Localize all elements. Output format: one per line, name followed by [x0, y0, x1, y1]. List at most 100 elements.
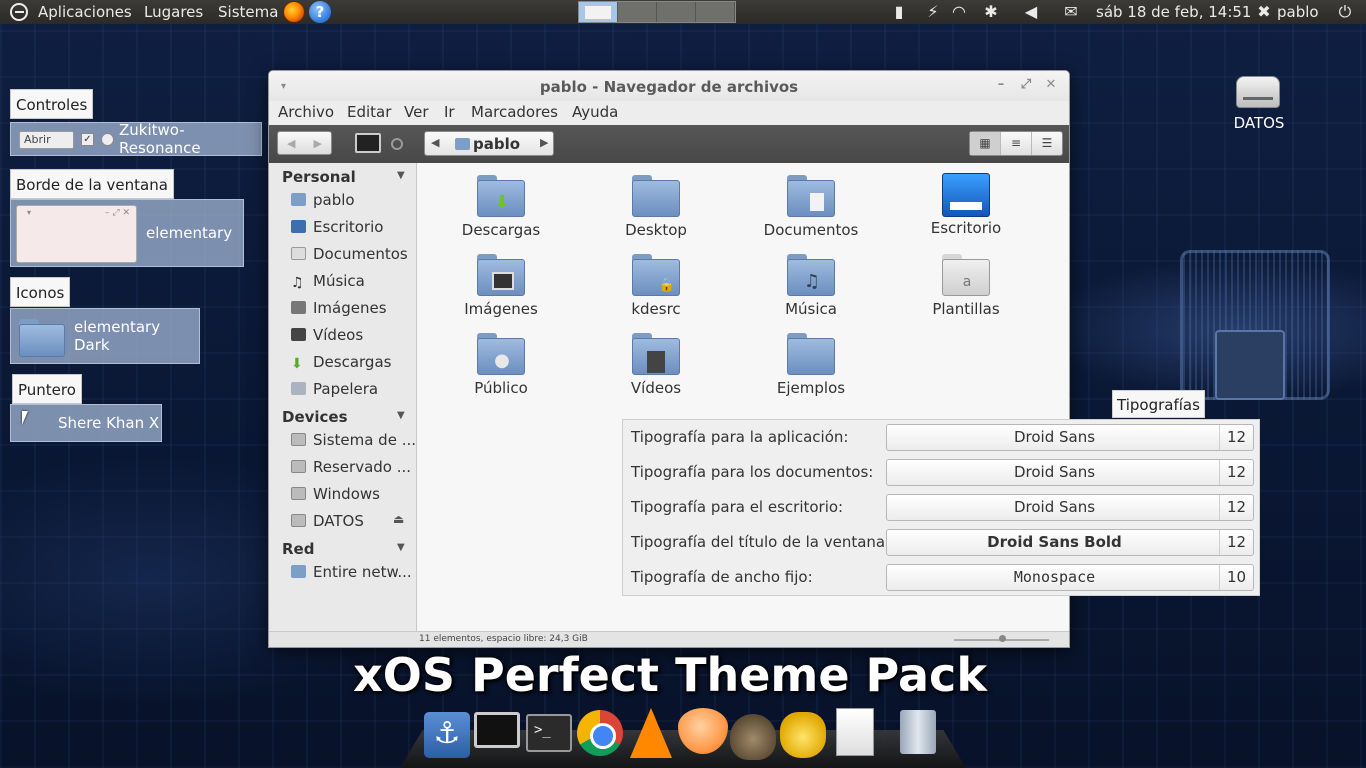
menu-aplicaciones[interactable]: Aplicaciones: [38, 0, 132, 24]
file-item-kdesrc[interactable]: 🔒 kdesrc: [596, 254, 716, 318]
folder-templates-icon: a: [942, 254, 990, 296]
sidebar-item-escritorio[interactable]: Escritorio: [291, 216, 383, 238]
font-row-desktop: Tipografía para el escritorio: Droid San…: [623, 490, 1261, 525]
file-item-ejemplos[interactable]: Ejemplos: [751, 333, 871, 397]
file-item-imagenes[interactable]: Imágenes: [441, 254, 561, 318]
font-picker-button[interactable]: Monospace 10: [886, 564, 1254, 591]
firefox-launcher-icon[interactable]: [283, 1, 305, 23]
pointer-label: Puntero: [12, 374, 82, 404]
accessibility-icon[interactable]: ✱: [980, 0, 1002, 24]
terminal-icon[interactable]: >_: [526, 714, 572, 752]
window-menu-icon[interactable]: ▾: [281, 71, 286, 103]
workspace-1[interactable]: [579, 2, 618, 22]
file-item-musica[interactable]: ♫ Música: [751, 254, 871, 318]
power-charge-icon[interactable]: ⚡: [922, 0, 944, 24]
font-picker-button[interactable]: Droid Sans Bold 12: [886, 529, 1254, 556]
user-status-icon[interactable]: ✖: [1253, 0, 1275, 24]
mini-open-button: Abrir: [19, 131, 74, 149]
teapot-icon[interactable]: [780, 712, 826, 758]
menu-ver[interactable]: Ver: [404, 101, 429, 123]
sidebar-item-pablo[interactable]: pablo: [291, 189, 355, 211]
file-item-documentos[interactable]: Documentos: [751, 175, 871, 239]
computer-icon[interactable]: [355, 133, 381, 153]
file-item-escritorio[interactable]: Escritorio: [906, 173, 1026, 237]
sidebar-item-papelera[interactable]: Papelera: [291, 378, 378, 400]
forward-button[interactable]: ▶: [314, 137, 322, 150]
search-icon[interactable]: [391, 138, 403, 150]
minimize-button[interactable]: –: [993, 77, 1009, 93]
font-picker-button[interactable]: Droid Sans 12: [886, 494, 1254, 521]
eject-icon[interactable]: ⏏: [393, 512, 404, 526]
path-right-arrow-icon[interactable]: ▶: [540, 136, 548, 149]
document-icon[interactable]: [836, 708, 874, 756]
drive-icon[interactable]: [1236, 76, 1280, 108]
file-item-descargas[interactable]: ⬇ Descargas: [441, 175, 561, 239]
maximize-button[interactable]: ⤢: [1018, 77, 1034, 93]
drive-label[interactable]: DATOS: [1220, 114, 1298, 132]
menu-ayuda[interactable]: Ayuda: [572, 101, 618, 123]
list-view-button[interactable]: ≡: [1001, 132, 1032, 155]
workspace-4[interactable]: [696, 2, 735, 22]
file-item-desktop[interactable]: Desktop: [596, 175, 716, 239]
clock[interactable]: sáb 18 de feb, 14:51: [1096, 0, 1251, 24]
sidebar-item-reservado[interactable]: Reservado ...: [291, 456, 411, 478]
distro-logo-icon[interactable]: [10, 3, 28, 21]
help-icon[interactable]: ?: [309, 1, 331, 23]
menu-marcadores[interactable]: Marcadores: [471, 101, 558, 123]
icon-view-button[interactable]: ▦: [970, 132, 1001, 155]
path-left-arrow-icon[interactable]: ◀: [431, 136, 439, 149]
workspace-3[interactable]: [657, 2, 696, 22]
collapse-personal-icon[interactable]: ▼: [397, 170, 405, 181]
icons-theme-box[interactable]: elementary Dark: [10, 308, 200, 364]
volume-icon[interactable]: ◀: [1020, 0, 1042, 24]
mini-window-preview: ▾ – ⤢ ✕: [16, 205, 137, 263]
path-crumb[interactable]: pablo: [455, 132, 520, 156]
anchor-icon[interactable]: ⚓: [424, 712, 470, 758]
trash-icon[interactable]: [900, 710, 936, 754]
close-button[interactable]: ✕: [1043, 77, 1059, 93]
sidebar-item-datos[interactable]: DATOS: [291, 510, 364, 532]
file-item-publico[interactable]: ● Público: [441, 333, 561, 397]
mail-icon[interactable]: ✉: [1060, 0, 1082, 24]
controls-theme-box[interactable]: Abrir ✓ Zukitwo-Resonance: [10, 121, 262, 157]
user-name[interactable]: pablo: [1277, 0, 1319, 24]
collapse-devices-icon[interactable]: ▼: [397, 410, 405, 421]
battery-icon[interactable]: ▮: [888, 0, 910, 24]
window-border-theme-box[interactable]: ▾ – ⤢ ✕ elementary: [10, 199, 244, 267]
menu-editar[interactable]: Editar: [347, 101, 391, 123]
workspace-2[interactable]: [618, 2, 657, 22]
vlc-icon[interactable]: [630, 708, 672, 758]
menu-sistema[interactable]: Sistema: [218, 0, 278, 24]
workspace-switcher[interactable]: [578, 1, 736, 23]
compact-view-button[interactable]: ☰: [1032, 132, 1062, 155]
window-titlebar[interactable]: ▾ pablo - Navegador de archivos – ⤢ ✕: [269, 71, 1069, 101]
menu-archivo[interactable]: Archivo: [278, 101, 334, 123]
sidebar-header-red[interactable]: Red: [282, 540, 314, 558]
file-item-plantillas[interactable]: a Plantillas: [906, 254, 1026, 318]
pointer-theme-box[interactable]: Shere Khan X: [10, 404, 162, 442]
sidebar-item-musica[interactable]: ♫ Música: [291, 270, 365, 292]
sidebar-item-network[interactable]: Entire netw...: [291, 561, 412, 583]
sidebar-item-sistema[interactable]: Sistema de ...: [291, 429, 416, 451]
font-picker-button[interactable]: Droid Sans 12: [886, 424, 1254, 451]
sidebar-item-windows[interactable]: Windows: [291, 483, 380, 505]
sidebar-item-videos[interactable]: Vídeos: [291, 324, 363, 346]
sidebar-item-descargas[interactable]: ⬇ Descargas: [291, 351, 391, 373]
back-button[interactable]: ◀: [287, 137, 295, 150]
sidebar-item-imagenes[interactable]: Imágenes: [291, 297, 387, 319]
zoom-slider-handle[interactable]: [998, 635, 1006, 642]
chrome-icon[interactable]: [577, 710, 623, 756]
monitor-icon[interactable]: [474, 712, 520, 748]
font-picker-button[interactable]: Droid Sans 12: [886, 459, 1254, 486]
shutdown-icon[interactable]: ⏻: [1334, 0, 1356, 24]
menu-lugares[interactable]: Lugares: [144, 0, 203, 24]
sidebar-header-personal[interactable]: Personal: [282, 168, 356, 186]
sidebar-header-devices[interactable]: Devices: [282, 408, 348, 426]
menu-ir[interactable]: Ir: [444, 101, 455, 123]
sidebar-item-documentos[interactable]: Documentos: [291, 243, 408, 265]
collapse-network-icon[interactable]: ▼: [397, 542, 405, 553]
gimp-icon[interactable]: [730, 714, 776, 760]
folder-documents-icon: [787, 175, 835, 217]
file-item-videos[interactable]: Vídeos: [596, 333, 716, 397]
wifi-icon[interactable]: ◠: [948, 0, 970, 24]
